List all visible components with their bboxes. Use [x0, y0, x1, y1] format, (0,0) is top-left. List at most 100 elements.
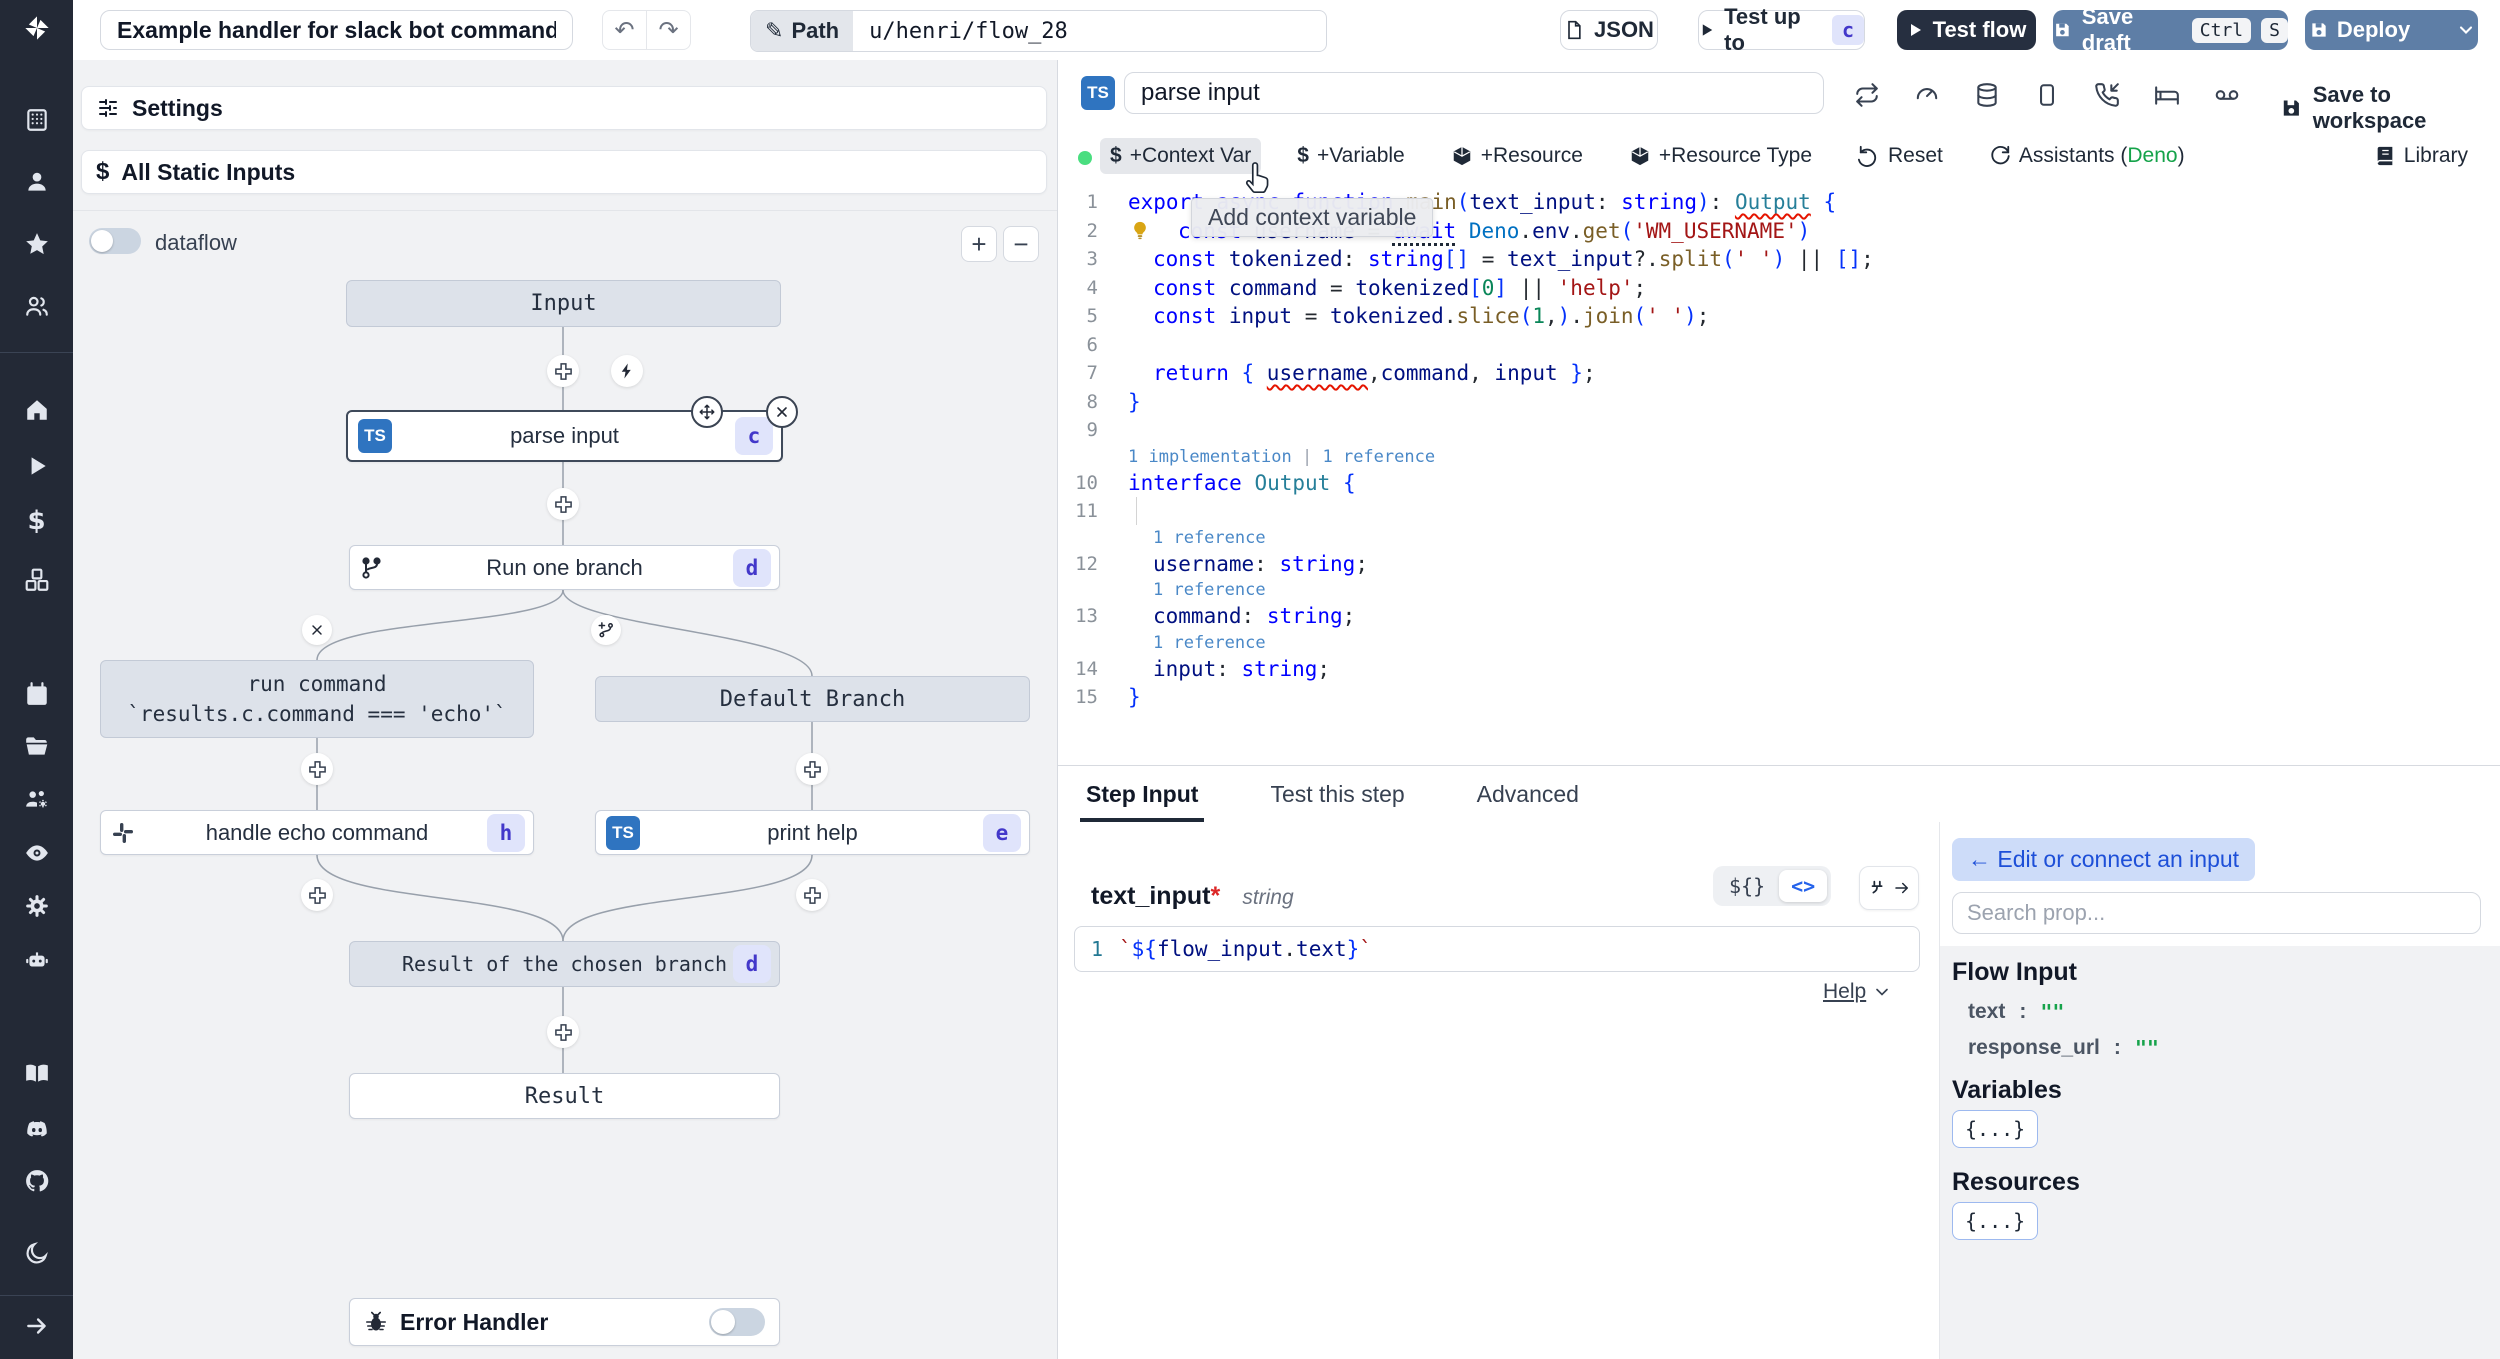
windmill-logo-icon[interactable]: [23, 14, 51, 42]
repeat-icon[interactable]: [1854, 82, 1880, 108]
add-step-button[interactable]: [547, 1016, 579, 1048]
save-to-workspace-label: Save to workspace: [2312, 82, 2427, 133]
codelens-row[interactable]: 1 implementation | 1 reference: [1058, 445, 2498, 469]
voicemail-icon[interactable]: [2214, 82, 2240, 108]
phone-incoming-icon[interactable]: [2094, 82, 2120, 108]
step-name-input[interactable]: [1124, 72, 1824, 114]
add-step-button[interactable]: [796, 753, 828, 785]
node-label: Run one branch: [486, 554, 643, 580]
path-control[interactable]: ✎ Path u/henri/flow_28: [750, 10, 1327, 52]
tab-step-input[interactable]: Step Input: [1079, 766, 1205, 822]
expression-editor[interactable]: 1 `${flow_input.text}`: [1074, 926, 1920, 972]
error-handler-toggle[interactable]: [709, 1308, 765, 1336]
redo-button[interactable]: ↷: [646, 10, 691, 50]
folders-icon[interactable]: [23, 732, 51, 760]
add-resource-type-button[interactable]: +Resource Type: [1619, 138, 1822, 174]
code-mode-button[interactable]: <>: [1779, 870, 1828, 902]
settings-gear-icon[interactable]: [23, 892, 51, 920]
prop-row-response-url[interactable]: response_url : "": [1968, 1036, 2159, 1060]
library-button[interactable]: Library: [2364, 138, 2478, 174]
add-variable-button[interactable]: $ +Variable: [1287, 138, 1414, 174]
add-resource-button[interactable]: +Resource: [1441, 138, 1593, 174]
codelens-link[interactable]: 1 reference: [1322, 447, 1435, 467]
remove-branch-button[interactable]: [302, 615, 332, 645]
undo-button[interactable]: ↶: [602, 10, 647, 50]
flow-node-run-one-branch[interactable]: Run one branch d: [349, 545, 780, 590]
github-icon[interactable]: [23, 1167, 51, 1195]
codelens-link[interactable]: 1 reference: [1153, 528, 1266, 548]
codelens-row[interactable]: 1 reference: [1058, 526, 2498, 550]
add-step-button[interactable]: [796, 879, 828, 911]
flow-node-input[interactable]: Input: [346, 280, 781, 327]
expand-arrow-icon[interactable]: [23, 1312, 51, 1340]
add-step-button[interactable]: [301, 753, 333, 785]
move-step-handle[interactable]: [691, 396, 723, 428]
test-up-to-button[interactable]: Test up to c: [1698, 4, 1865, 55]
code-editor[interactable]: 1export async function main(text_input: …: [1058, 188, 2498, 712]
codelens-link[interactable]: 1 implementation: [1128, 447, 1292, 467]
resources-object-chip[interactable]: {...}: [1952, 1202, 2039, 1240]
schedules-calendar-icon[interactable]: [23, 680, 51, 708]
mobile-icon[interactable]: [2034, 82, 2060, 108]
reset-button[interactable]: Reset: [1848, 138, 1953, 174]
help-link[interactable]: Help: [1823, 980, 1892, 1004]
flow-node-result[interactable]: Result: [349, 1073, 780, 1119]
add-step-button[interactable]: [301, 879, 333, 911]
workers-icon[interactable]: [23, 785, 51, 813]
tab-advanced[interactable]: Advanced: [1477, 766, 1579, 822]
json-button[interactable]: JSON: [1560, 10, 1658, 50]
workspace-icon[interactable]: [23, 106, 51, 134]
gauge-icon[interactable]: [1914, 82, 1940, 108]
favorites-star-icon[interactable]: [23, 230, 51, 258]
add-step-button[interactable]: [547, 355, 579, 387]
flow-node-handle-echo-command[interactable]: handle echo command h: [100, 810, 534, 855]
search-prop-input[interactable]: [1952, 892, 2481, 934]
runs-play-icon[interactable]: [23, 452, 51, 480]
variables-object-chip[interactable]: {...}: [1952, 1110, 2039, 1148]
flow-title-input[interactable]: [100, 10, 573, 50]
code-line: 13 command: string;: [1058, 602, 2498, 631]
home-icon[interactable]: [23, 396, 51, 424]
assistants-button[interactable]: Assistants (Deno): [1979, 138, 2195, 174]
dark-mode-moon-icon[interactable]: [23, 1239, 51, 1267]
connect-input-button[interactable]: [1859, 866, 1919, 910]
test-flow-button[interactable]: Test flow: [1897, 10, 2036, 50]
path-chip[interactable]: ✎ Path: [751, 11, 854, 51]
trigger-button[interactable]: [611, 355, 643, 387]
database-icon[interactable]: [1974, 82, 2000, 108]
save-draft-button[interactable]: Save draft Ctrl S: [2053, 4, 2288, 55]
path-value[interactable]: u/henri/flow_28: [853, 11, 1084, 51]
bed-icon[interactable]: [2154, 82, 2180, 108]
codelens-link[interactable]: 1 reference: [1153, 633, 1266, 653]
user-icon[interactable]: [23, 168, 51, 196]
flow-node-run-command-branch[interactable]: run command `results.c.command === 'echo…: [100, 660, 534, 738]
edit-or-connect-button[interactable]: ← Edit or connect an input: [1952, 838, 2256, 881]
deploy-button[interactable]: Deploy: [2305, 10, 2478, 50]
deploy-menu-button[interactable]: [2444, 10, 2488, 50]
template-mode-button[interactable]: ${}: [1717, 870, 1777, 902]
ai-robot-icon[interactable]: [23, 946, 51, 974]
prop-colon: :: [2019, 1000, 2027, 1023]
add-branch-button[interactable]: [591, 615, 621, 645]
audit-eye-icon[interactable]: [23, 839, 51, 867]
flow-node-print-help[interactable]: TS print help e: [595, 810, 1030, 855]
tab-test-this-step[interactable]: Test this step: [1270, 766, 1404, 822]
codelens-row[interactable]: 1 reference: [1058, 578, 2498, 602]
line-number: [1058, 445, 1098, 469]
variables-dollar-icon[interactable]: $: [23, 506, 51, 536]
resources-boxes-icon[interactable]: [23, 566, 51, 594]
discord-icon[interactable]: [23, 1115, 51, 1143]
save-to-workspace-button[interactable]: Save to workspace: [2280, 82, 2500, 134]
docs-book-icon[interactable]: [23, 1059, 51, 1087]
delete-step-button[interactable]: [766, 396, 798, 428]
codelens-row[interactable]: 1 reference: [1058, 631, 2498, 655]
flow-node-default-branch[interactable]: Default Branch: [595, 676, 1030, 722]
flow-node-branch-result[interactable]: Result of the chosen branch d: [349, 941, 780, 987]
deploy-main[interactable]: Deploy: [2295, 10, 2424, 50]
add-step-button[interactable]: [547, 488, 579, 520]
add-context-var-button[interactable]: $ +Context Var: [1100, 138, 1262, 174]
error-handler-row[interactable]: Error Handler: [349, 1298, 780, 1346]
groups-icon[interactable]: [23, 292, 51, 320]
prop-row-text[interactable]: text : "": [1968, 1000, 2064, 1024]
codelens-link[interactable]: 1 reference: [1153, 580, 1266, 600]
